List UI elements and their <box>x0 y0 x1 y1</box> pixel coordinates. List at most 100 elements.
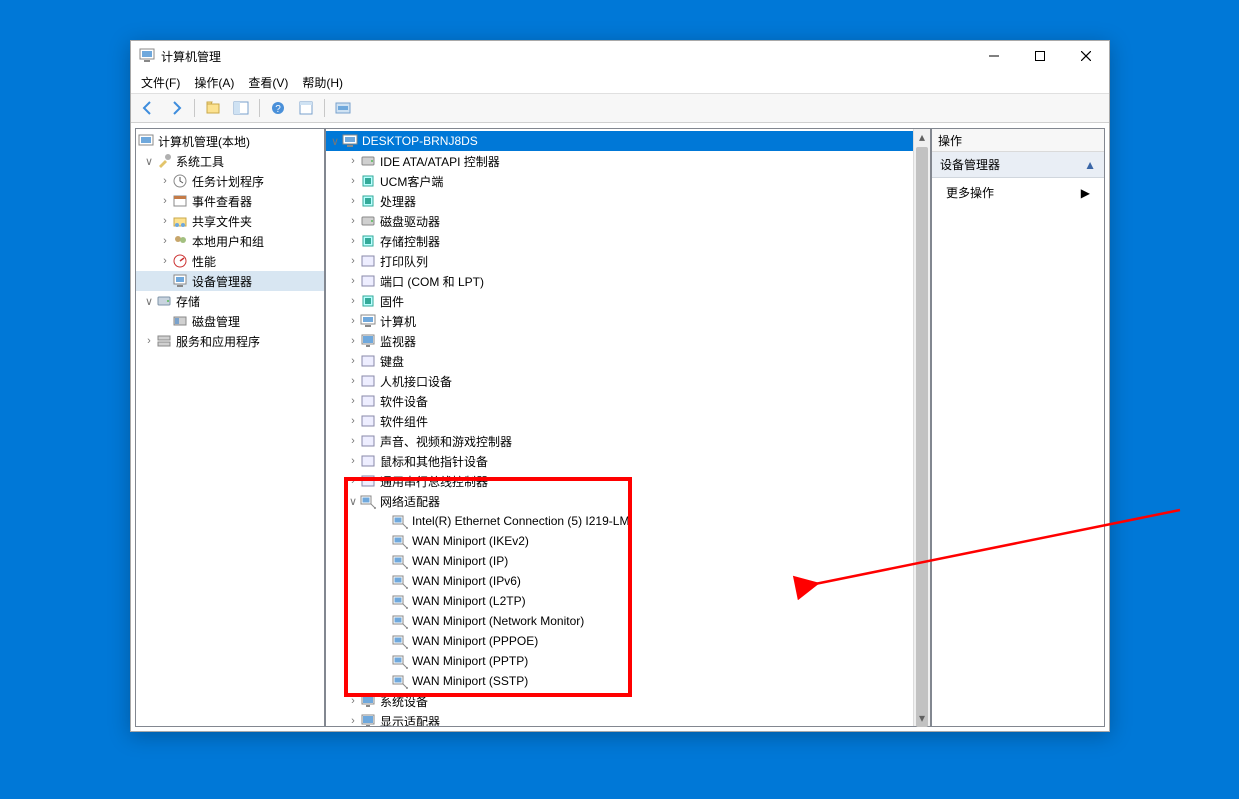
tree-system-tools[interactable]: ∨ 系统工具 <box>136 151 324 171</box>
tree-services-applications[interactable]: › 服务和应用程序 <box>136 331 324 351</box>
app-icon <box>139 48 155 64</box>
console-tree[interactable]: 计算机管理(本地) ∨ 系统工具 › 任务计划程序 › 事件查看器 <box>136 129 324 726</box>
net-adapter-2[interactable]: ›WAN Miniport (IP) <box>326 551 914 571</box>
shared-folders-icon <box>172 213 188 229</box>
tree-local-users-groups[interactable]: › 本地用户和组 <box>136 231 324 251</box>
device-category-15-icon <box>360 453 376 469</box>
device-manager-icon <box>172 273 188 289</box>
net-adapter-8-icon <box>392 673 408 689</box>
submenu-arrow-icon: ▶ <box>1081 186 1090 200</box>
scroll-thumb[interactable] <box>916 147 928 727</box>
net-adapter-6-icon <box>392 633 408 649</box>
properties-button[interactable] <box>293 96 319 120</box>
device-category-15[interactable]: ›鼠标和其他指针设备 <box>326 451 914 471</box>
device-category-3-icon <box>360 213 376 229</box>
device-category-18[interactable]: ›系统设备 <box>326 691 914 711</box>
show-hide-console-tree[interactable] <box>228 96 254 120</box>
computer-management-icon <box>138 133 154 149</box>
device-category-17-icon <box>360 493 376 509</box>
device-category-18-icon <box>360 693 376 709</box>
forward-button[interactable] <box>163 96 189 120</box>
device-category-2[interactable]: ›处理器 <box>326 191 914 211</box>
scroll-down-icon[interactable]: ▾ <box>914 710 930 726</box>
scrollbar-vertical[interactable]: ▴ ▾ <box>913 129 930 726</box>
net-adapter-5[interactable]: ›WAN Miniport (Network Monitor) <box>326 611 914 631</box>
tree-performance[interactable]: › 性能 <box>136 251 324 271</box>
device-category-1[interactable]: ›UCM客户端 <box>326 171 914 191</box>
device-category-1-icon <box>360 173 376 189</box>
device-category-4-icon <box>360 233 376 249</box>
device-category-16[interactable]: ›通用串行总线控制器 <box>326 471 914 491</box>
tree-device-manager[interactable]: › 设备管理器 <box>136 271 324 291</box>
device-category-14-icon <box>360 433 376 449</box>
net-adapter-4[interactable]: ›WAN Miniport (L2TP) <box>326 591 914 611</box>
maximize-button[interactable] <box>1017 41 1063 71</box>
net-adapter-5-icon <box>392 613 408 629</box>
device-category-5[interactable]: ›打印队列 <box>326 251 914 271</box>
net-adapter-1-icon <box>392 533 408 549</box>
help-button[interactable]: ? <box>265 96 291 120</box>
net-adapter-8[interactable]: ›WAN Miniport (SSTP) <box>326 671 914 691</box>
device-category-17[interactable]: ∨网络适配器 <box>326 491 914 511</box>
device-category-0-icon <box>360 153 376 169</box>
device-category-14[interactable]: ›声音、视频和游戏控制器 <box>326 431 914 451</box>
device-category-19[interactable]: ›显示适配器 <box>326 711 914 726</box>
device-category-8[interactable]: ›计算机 <box>326 311 914 331</box>
minimize-button[interactable] <box>971 41 1017 71</box>
device-category-13[interactable]: ›软件组件 <box>326 411 914 431</box>
device-category-12-icon <box>360 393 376 409</box>
tree-storage[interactable]: ∨ 存储 <box>136 291 324 311</box>
net-adapter-3[interactable]: ›WAN Miniport (IPv6) <box>326 571 914 591</box>
device-category-13-icon <box>360 413 376 429</box>
menubar: 文件(F) 操作(A) 查看(V) 帮助(H) <box>131 71 1109 94</box>
console-tree-pane: 计算机管理(本地) ∨ 系统工具 › 任务计划程序 › 事件查看器 <box>135 128 325 727</box>
tree-event-viewer[interactable]: › 事件查看器 <box>136 191 324 211</box>
device-category-3[interactable]: ›磁盘驱动器 <box>326 211 914 231</box>
net-adapter-0[interactable]: ›Intel(R) Ethernet Connection (5) I219-L… <box>326 511 914 531</box>
device-category-11[interactable]: ›人机接口设备 <box>326 371 914 391</box>
svg-text:?: ? <box>275 104 281 115</box>
performance-icon <box>172 253 188 269</box>
device-category-10[interactable]: ›键盘 <box>326 351 914 371</box>
device-category-11-icon <box>360 373 376 389</box>
tree-root-computer-management[interactable]: 计算机管理(本地) <box>136 131 324 151</box>
toolbar: ? <box>131 94 1109 123</box>
actions-header-label: 操作 <box>938 132 962 149</box>
back-button[interactable] <box>135 96 161 120</box>
device-category-6[interactable]: ›端口 (COM 和 LPT) <box>326 271 914 291</box>
actions-section-header[interactable]: 设备管理器 ▲ <box>932 152 1104 178</box>
event-viewer-icon <box>172 193 188 209</box>
menu-view[interactable]: 查看(V) <box>248 74 288 91</box>
device-category-5-icon <box>360 253 376 269</box>
scroll-up-icon[interactable]: ▴ <box>914 129 930 145</box>
net-adapter-2-icon <box>392 553 408 569</box>
device-category-12[interactable]: ›软件设备 <box>326 391 914 411</box>
device-tree[interactable]: ∨DESKTOP-BRNJ8DS›IDE ATA/ATAPI 控制器›UCM客户… <box>326 129 930 726</box>
menu-file[interactable]: 文件(F) <box>141 74 180 91</box>
tree-task-scheduler[interactable]: › 任务计划程序 <box>136 171 324 191</box>
net-adapter-6[interactable]: ›WAN Miniport (PPPOE) <box>326 631 914 651</box>
device-category-7[interactable]: ›固件 <box>326 291 914 311</box>
tree-shared-folders[interactable]: › 共享文件夹 <box>136 211 324 231</box>
up-button[interactable] <box>200 96 226 120</box>
device-root[interactable]: ∨DESKTOP-BRNJ8DS <box>326 131 914 151</box>
device-category-6-icon <box>360 273 376 289</box>
computer-management-window: 计算机管理 文件(F) 操作(A) 查看(V) 帮助(H) ? <box>130 40 1110 732</box>
net-adapter-7[interactable]: ›WAN Miniport (PPTP) <box>326 651 914 671</box>
system-tools-icon <box>156 153 172 169</box>
tree-disk-management[interactable]: › 磁盘管理 <box>136 311 324 331</box>
show-hide-action-pane[interactable] <box>330 96 356 120</box>
device-root-icon <box>342 133 358 149</box>
net-adapter-1[interactable]: ›WAN Miniport (IKEv2) <box>326 531 914 551</box>
device-category-9[interactable]: ›监视器 <box>326 331 914 351</box>
net-adapter-4-icon <box>392 593 408 609</box>
storage-icon <box>156 293 172 309</box>
device-category-0[interactable]: ›IDE ATA/ATAPI 控制器 <box>326 151 914 171</box>
close-button[interactable] <box>1063 41 1109 71</box>
device-category-4[interactable]: ›存储控制器 <box>326 231 914 251</box>
task-scheduler-icon <box>172 173 188 189</box>
menu-action[interactable]: 操作(A) <box>194 74 234 91</box>
actions-section-label: 设备管理器 <box>940 156 1000 173</box>
menu-help[interactable]: 帮助(H) <box>302 74 343 91</box>
actions-more[interactable]: 更多操作 ▶ <box>932 178 1104 207</box>
